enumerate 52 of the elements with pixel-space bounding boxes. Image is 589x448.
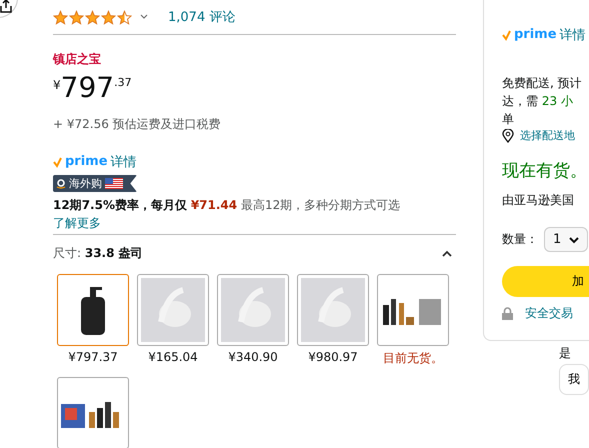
stock-status: 现在有货。: [502, 160, 588, 182]
address-link[interactable]: 选择配送地: [520, 128, 575, 143]
size-option[interactable]: [57, 274, 129, 346]
check-icon: [53, 156, 62, 168]
prime-logo: prime: [65, 155, 108, 169]
out-of-stock-note: 目前无货。: [383, 350, 443, 367]
tag-text: 海外购: [69, 176, 102, 191]
bottle-photo: [78, 285, 108, 335]
price-fraction: .37: [114, 76, 132, 89]
learn-more-link[interactable]: 了解更多: [53, 216, 101, 230]
gel-photo: [221, 278, 285, 342]
chevron-down-icon[interactable]: [140, 14, 148, 20]
star-icon: [69, 10, 84, 24]
option-price: ¥980.97: [308, 350, 358, 364]
price-whole: 797: [60, 72, 114, 104]
star-icon: [101, 10, 116, 24]
seller-text: 由亚马逊美国: [502, 192, 575, 209]
chevron-down-icon: [569, 237, 580, 245]
quantity-select[interactable]: 1: [544, 227, 588, 252]
star-icon: [85, 10, 100, 24]
quantity-label: 数量：: [502, 231, 538, 248]
installment-text: 12期7.5%费率，每月仅 ¥71.44 最高12期，多种分期方式可选 了解更多: [53, 197, 402, 232]
star-rating[interactable]: [53, 10, 132, 24]
option-price: ¥165.04: [148, 350, 198, 364]
review-count-link[interactable]: 1,074 评论: [168, 8, 236, 26]
currency-symbol: ¥: [53, 78, 61, 92]
shipping-fee: + ¥72.56 预估运费及进口税费: [53, 116, 222, 133]
action-button[interactable]: 我: [559, 364, 589, 395]
option-price: ¥340.90: [228, 350, 278, 364]
chevron-up-icon[interactable]: [442, 250, 452, 257]
location-pin-icon: [502, 128, 514, 142]
delivery-text: 免费配送, 预计 达，需 23 小 单: [502, 75, 583, 128]
question-text: 是: [559, 345, 571, 362]
share-icon: [0, 0, 13, 13]
prime-details-link[interactable]: 详情: [110, 153, 137, 171]
option-price: ¥797.37: [68, 350, 118, 364]
star-icon: [53, 10, 68, 24]
flag-icon: [105, 178, 123, 189]
lock-icon: [502, 307, 513, 320]
prime-details-link[interactable]: 详情: [560, 26, 586, 44]
check-icon: [502, 30, 511, 40]
add-to-cart-button[interactable]: 加: [502, 266, 589, 297]
gel-photo: [301, 278, 365, 342]
star-icon: [117, 10, 132, 24]
prime-logo: prime: [514, 28, 557, 42]
deal-label: 镇店之宝: [53, 51, 101, 68]
size-label: 尺寸: 33.8 盎司: [53, 245, 143, 262]
logo-icon: [56, 178, 66, 188]
size-option[interactable]: [377, 274, 449, 346]
gel-photo: [141, 278, 205, 342]
secure-transaction-link[interactable]: 安全交易: [525, 305, 573, 322]
size-option[interactable]: [57, 377, 129, 448]
